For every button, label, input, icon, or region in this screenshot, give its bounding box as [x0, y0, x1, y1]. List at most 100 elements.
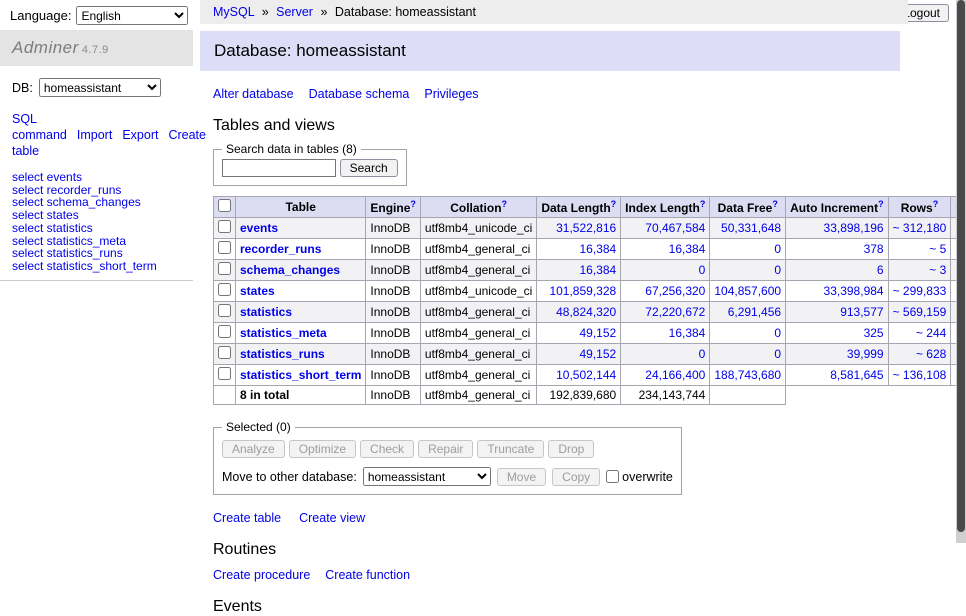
- data-free-link[interactable]: 50,331,648: [721, 221, 781, 235]
- table-name-link[interactable]: states: [240, 284, 275, 298]
- data-free-link[interactable]: 0: [774, 242, 781, 256]
- operation-button[interactable]: Repair: [418, 440, 473, 458]
- target-db-select[interactable]: homeassistant: [363, 467, 491, 486]
- database-action-link[interactable]: Privileges: [424, 87, 478, 101]
- breadcrumb-link-server[interactable]: Server: [276, 5, 313, 19]
- help-link[interactable]: ?: [772, 199, 778, 209]
- data-free-link[interactable]: 0: [774, 347, 781, 361]
- table-name-link[interactable]: statistics_short_term: [240, 368, 361, 382]
- data-length-link[interactable]: 48,824,320: [556, 305, 616, 319]
- cell-table-name: recorder_runs: [236, 239, 366, 260]
- operation-button[interactable]: Optimize: [289, 440, 356, 458]
- sidebar-action-link[interactable]: Export: [122, 128, 158, 142]
- help-link[interactable]: ?: [410, 199, 416, 209]
- rows-link[interactable]: ~ 299,833: [893, 284, 947, 298]
- row-checkbox[interactable]: [218, 367, 231, 380]
- row-checkbox[interactable]: [218, 304, 231, 317]
- operation-button[interactable]: Drop: [548, 440, 594, 458]
- data-free-link[interactable]: 6,291,456: [728, 305, 781, 319]
- data-length-link[interactable]: 49,152: [579, 347, 616, 361]
- data-length-link[interactable]: 16,384: [579, 263, 616, 277]
- create-link[interactable]: Create view: [299, 511, 365, 525]
- index-length-link[interactable]: 67,256,320: [645, 284, 705, 298]
- index-length-link[interactable]: 72,220,672: [645, 305, 705, 319]
- help-link[interactable]: ?: [878, 199, 884, 209]
- table-name-link[interactable]: recorder_runs: [240, 242, 321, 256]
- scrollbar[interactable]: [956, 0, 966, 543]
- database-action-link[interactable]: Alter database: [213, 87, 294, 101]
- auto-increment-link[interactable]: 33,898,196: [824, 221, 884, 235]
- rows-link[interactable]: ~ 569,159: [893, 305, 947, 319]
- data-length-link[interactable]: 101,859,328: [549, 284, 616, 298]
- data-length-link[interactable]: 31,522,816: [556, 221, 616, 235]
- index-length-link[interactable]: 16,384: [669, 242, 706, 256]
- index-length-link[interactable]: 0: [699, 347, 706, 361]
- index-length-link[interactable]: 0: [699, 263, 706, 277]
- table-name-link[interactable]: statistics_meta: [240, 326, 327, 340]
- data-free-link[interactable]: 188,743,680: [714, 368, 781, 382]
- cell-table-name: statistics_runs: [236, 344, 366, 365]
- create-link[interactable]: Create table: [213, 511, 281, 525]
- events-heading: Events: [213, 598, 956, 616]
- data-length-link[interactable]: 10,502,144: [556, 368, 616, 382]
- row-checkbox[interactable]: [218, 346, 231, 359]
- table-name-link[interactable]: events: [240, 221, 278, 235]
- row-checkbox[interactable]: [218, 220, 231, 233]
- cell-rows: ~ 3: [888, 260, 951, 281]
- data-length-link[interactable]: 49,152: [579, 326, 616, 340]
- rows-link[interactable]: ~ 244: [916, 326, 946, 340]
- selected-legend: Selected (0): [222, 420, 295, 434]
- rows-link[interactable]: ~ 5: [929, 242, 946, 256]
- language-bar: Language: English: [10, 6, 188, 25]
- auto-increment-link[interactable]: 39,999: [847, 347, 884, 361]
- table-name-link[interactable]: statistics: [240, 305, 292, 319]
- auto-increment-link[interactable]: 378: [864, 242, 884, 256]
- database-action-link[interactable]: Database schema: [309, 87, 410, 101]
- search-button[interactable]: Search: [340, 159, 398, 177]
- sidebar-action-link[interactable]: Import: [77, 128, 112, 142]
- auto-increment-link[interactable]: 913,577: [840, 305, 883, 319]
- auto-increment-link[interactable]: 8,581,645: [830, 368, 883, 382]
- rows-link[interactable]: ~ 628: [916, 347, 946, 361]
- help-link[interactable]: ?: [611, 199, 617, 209]
- rows-link[interactable]: ~ 136,108: [893, 368, 947, 382]
- row-checkbox[interactable]: [218, 262, 231, 275]
- copy-button[interactable]: Copy: [552, 468, 600, 486]
- db-select[interactable]: homeassistant: [39, 78, 161, 97]
- help-link[interactable]: ?: [700, 199, 706, 209]
- index-length-link[interactable]: 24,166,400: [645, 368, 705, 382]
- cell-data-free: 0: [710, 344, 786, 365]
- table-name-link[interactable]: statistics_runs: [240, 347, 325, 361]
- language-select[interactable]: English: [76, 6, 188, 25]
- data-free-link[interactable]: 104,857,600: [714, 284, 781, 298]
- data-free-link[interactable]: 0: [774, 326, 781, 340]
- help-link[interactable]: ?: [502, 199, 508, 209]
- scrollbar-thumb[interactable]: [957, 0, 965, 532]
- breadcrumb-link-mysql[interactable]: MySQL: [213, 5, 254, 19]
- help-link[interactable]: ?: [933, 199, 939, 209]
- row-checkbox[interactable]: [218, 325, 231, 338]
- row-checkbox[interactable]: [218, 283, 231, 296]
- auto-increment-link[interactable]: 325: [864, 326, 884, 340]
- operation-button[interactable]: Analyze: [222, 440, 285, 458]
- overwrite-checkbox[interactable]: [606, 470, 619, 483]
- operation-button[interactable]: Check: [360, 440, 414, 458]
- routine-link[interactable]: Create procedure: [213, 568, 310, 582]
- row-checkbox[interactable]: [218, 241, 231, 254]
- auto-increment-link[interactable]: 33,398,984: [824, 284, 884, 298]
- table-name-link[interactable]: schema_changes: [240, 263, 340, 277]
- sidebar-action-link[interactable]: SQL command: [12, 112, 67, 142]
- rows-link[interactable]: ~ 3: [929, 263, 946, 277]
- rows-link[interactable]: ~ 312,180: [893, 221, 947, 235]
- auto-increment-link[interactable]: 6: [877, 263, 884, 277]
- operation-button[interactable]: Truncate: [477, 440, 544, 458]
- move-button[interactable]: Move: [497, 468, 546, 486]
- sidebar-table-link[interactable]: select statistics_short_term: [12, 259, 157, 273]
- routine-link[interactable]: Create function: [325, 568, 410, 582]
- search-input[interactable]: [222, 159, 336, 177]
- select-all-checkbox[interactable]: [218, 199, 231, 212]
- data-length-link[interactable]: 16,384: [579, 242, 616, 256]
- index-length-link[interactable]: 70,467,584: [645, 221, 705, 235]
- index-length-link[interactable]: 16,384: [669, 326, 706, 340]
- data-free-link[interactable]: 0: [774, 263, 781, 277]
